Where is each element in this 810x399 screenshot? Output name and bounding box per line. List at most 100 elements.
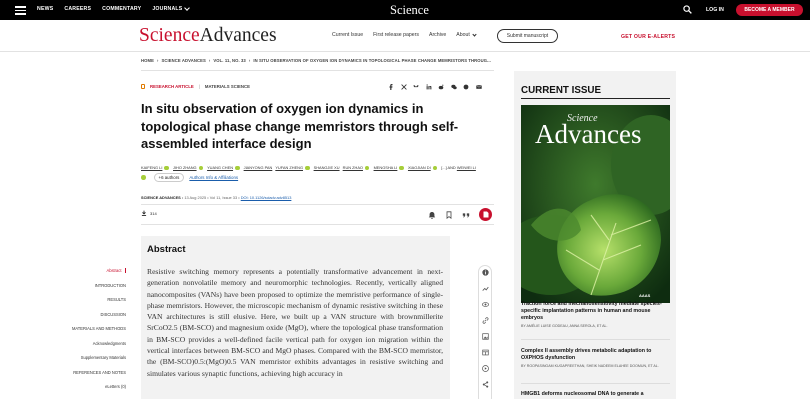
- toc-item-references[interactable]: REFERENCES AND NOTES: [40, 370, 126, 385]
- volume-issue[interactable]: Vol 11, Issue 33: [210, 195, 237, 200]
- wechat-icon[interactable]: [450, 84, 457, 90]
- share-bar: [388, 84, 482, 90]
- issue-article[interactable]: Traction force and mechanosensitivity me…: [521, 301, 670, 329]
- author-link[interactable]: RUN ZHAO: [343, 165, 363, 170]
- divider: [141, 224, 494, 225]
- tables-icon[interactable]: [482, 349, 489, 356]
- author-link[interactable]: XIAOJIAN DI: [408, 165, 431, 170]
- abstract-heading: Abstract: [147, 244, 186, 255]
- breadcrumb-separator: ›: [248, 58, 251, 63]
- toc-item-introduction[interactable]: INTRODUCTION: [40, 283, 126, 298]
- author-link[interactable]: MENGSHA LI: [374, 165, 398, 170]
- issue-article[interactable]: Complex II assembly drives metabolic ada…: [521, 348, 670, 369]
- doi-link[interactable]: DOI: 10.1126/sciadv.adv8513: [241, 195, 292, 200]
- metrics-icon[interactable]: [482, 285, 489, 292]
- pub-date: 13 Aug 2025: [184, 195, 207, 200]
- author-link[interactable]: KAIFENG LI: [141, 165, 162, 170]
- download-count-value: 314: [150, 210, 157, 216]
- breadcrumb-volume[interactable]: VOL. 11, NO. 33: [213, 58, 245, 63]
- science-logo[interactable]: Science: [390, 3, 429, 18]
- nav-archive[interactable]: Archive: [429, 32, 446, 38]
- menu-icon[interactable]: [15, 6, 26, 15]
- orcid-icon[interactable]: [198, 165, 204, 171]
- info-icon[interactable]: [482, 269, 489, 276]
- orcid-icon[interactable]: [305, 165, 310, 171]
- toc-item-acknowledgments[interactable]: Acknowledgments: [40, 341, 126, 356]
- journal-name[interactable]: SCIENCE ADVANCES: [141, 195, 181, 200]
- orcid-icon[interactable]: [164, 165, 169, 171]
- article-tools: [428, 208, 492, 221]
- author-link[interactable]: WEIWEI LI: [457, 165, 476, 170]
- orcid-icon[interactable]: [399, 165, 404, 171]
- e-alerts-link[interactable]: GET OUR E-ALERTS: [621, 34, 675, 40]
- search-icon[interactable]: [683, 5, 692, 14]
- nav-first-release[interactable]: First release papers: [373, 32, 419, 38]
- bookmark-icon[interactable]: [445, 210, 453, 219]
- whatsapp-icon[interactable]: [463, 84, 469, 90]
- author-link[interactable]: JIANYONG PAN: [244, 165, 273, 170]
- issue-article-byline: BY AMÉLIE LUISE GODEAU, ANNA SEROLA, ET …: [521, 324, 608, 328]
- submit-manuscript-button[interactable]: Submit manuscript: [497, 29, 558, 43]
- toc-item-methods[interactable]: MATERIALS AND METHODS: [40, 326, 126, 341]
- login-link[interactable]: LOG IN: [706, 7, 724, 13]
- science-advances-logo[interactable]: ScienceAdvances: [139, 25, 277, 47]
- separator-dot: |: [198, 84, 200, 89]
- orcid-icon[interactable]: [364, 165, 370, 171]
- logo-science-text: Science: [139, 25, 200, 46]
- author-link[interactable]: YUFAN ZHENG: [275, 165, 303, 170]
- issue-article-title[interactable]: Complex II assembly drives metabolic ada…: [521, 348, 670, 362]
- nav-about[interactable]: About: [456, 31, 477, 38]
- view-icon[interactable]: [482, 301, 489, 308]
- issue-article-title[interactable]: HMGB1 deforms nucleosomal DNA to generat…: [521, 391, 670, 398]
- nav-news[interactable]: NEWS: [37, 6, 53, 12]
- share-icon[interactable]: [482, 381, 489, 388]
- author-link[interactable]: YUANG CHEN: [207, 165, 233, 170]
- issue-article-title[interactable]: Traction force and mechanosensitivity me…: [521, 301, 670, 322]
- article-type-row: RESEARCH ARTICLE | MATERIALS SCIENCE: [141, 84, 250, 89]
- top-nav: NEWS CAREERS COMMENTARY JOURNALS: [37, 5, 191, 12]
- media-icon[interactable]: [482, 365, 489, 372]
- issue-article-byline: BY ROOPASINGAM KUGAPREETHAN, SHEIK NADEE…: [521, 364, 659, 368]
- issue-article[interactable]: HMGB1 deforms nucleosomal DNA to generat…: [521, 391, 670, 398]
- breadcrumb-journal[interactable]: SCIENCE ADVANCES: [161, 58, 205, 63]
- more-authors-button[interactable]: +6 authors: [153, 173, 185, 182]
- journal-cover[interactable]: Science Advances AAAS: [521, 105, 670, 303]
- toc-item-discussion[interactable]: DISCUSSION: [40, 312, 126, 327]
- lock-icon: [141, 84, 145, 89]
- become-member-button[interactable]: BECOME A MEMBER: [736, 4, 803, 16]
- orcid-icon[interactable]: [235, 165, 240, 171]
- divider: [141, 204, 494, 205]
- affiliations-link[interactable]: Authors Info & Affiliations: [189, 175, 238, 180]
- divider: [141, 70, 494, 71]
- facebook-icon[interactable]: [388, 84, 394, 90]
- quote-icon[interactable]: [462, 211, 470, 219]
- email-icon[interactable]: [475, 84, 482, 90]
- author-link[interactable]: JIHO ZHANG: [173, 165, 197, 170]
- authors-more-row: +6 authors Authors Info & Affiliations: [141, 173, 238, 182]
- bell-icon[interactable]: [428, 211, 436, 219]
- toc-item-abstract[interactable]: Abstract: [40, 268, 126, 283]
- linkedin-icon[interactable]: [426, 84, 432, 90]
- author-link[interactable]: SHANGJIE XU: [314, 165, 340, 170]
- toc-item-results[interactable]: RESULTS: [40, 297, 126, 312]
- nav-careers[interactable]: CAREERS: [64, 6, 91, 12]
- nav-journals[interactable]: JOURNALS: [152, 5, 191, 12]
- x-icon[interactable]: [400, 84, 407, 90]
- toc-item-supplementary[interactable]: Supplementary Materials: [40, 355, 126, 370]
- figures-icon[interactable]: [482, 333, 489, 340]
- download-icon: [141, 210, 147, 216]
- nav-current-issue[interactable]: Current Issue: [332, 32, 363, 38]
- link-icon[interactable]: [482, 317, 489, 324]
- toc-item-eletters[interactable]: eLetters (0): [40, 384, 126, 399]
- nav-commentary[interactable]: COMMENTARY: [102, 6, 141, 12]
- orcid-icon[interactable]: [141, 175, 146, 180]
- authors-ellipsis[interactable]: [...]: [441, 165, 446, 170]
- article-category[interactable]: MATERIALS SCIENCE: [205, 84, 250, 89]
- breadcrumb-home[interactable]: HOME: [141, 58, 154, 63]
- breadcrumb-current: IN SITU OBSERVATION OF OXYGEN ION DYNAMI…: [253, 58, 491, 63]
- pdf-button[interactable]: [479, 208, 492, 221]
- cover-aaas-logo: AAAS: [639, 293, 651, 298]
- bluesky-icon[interactable]: [413, 84, 419, 90]
- orcid-icon[interactable]: [432, 165, 438, 171]
- reddit-icon[interactable]: [438, 84, 444, 90]
